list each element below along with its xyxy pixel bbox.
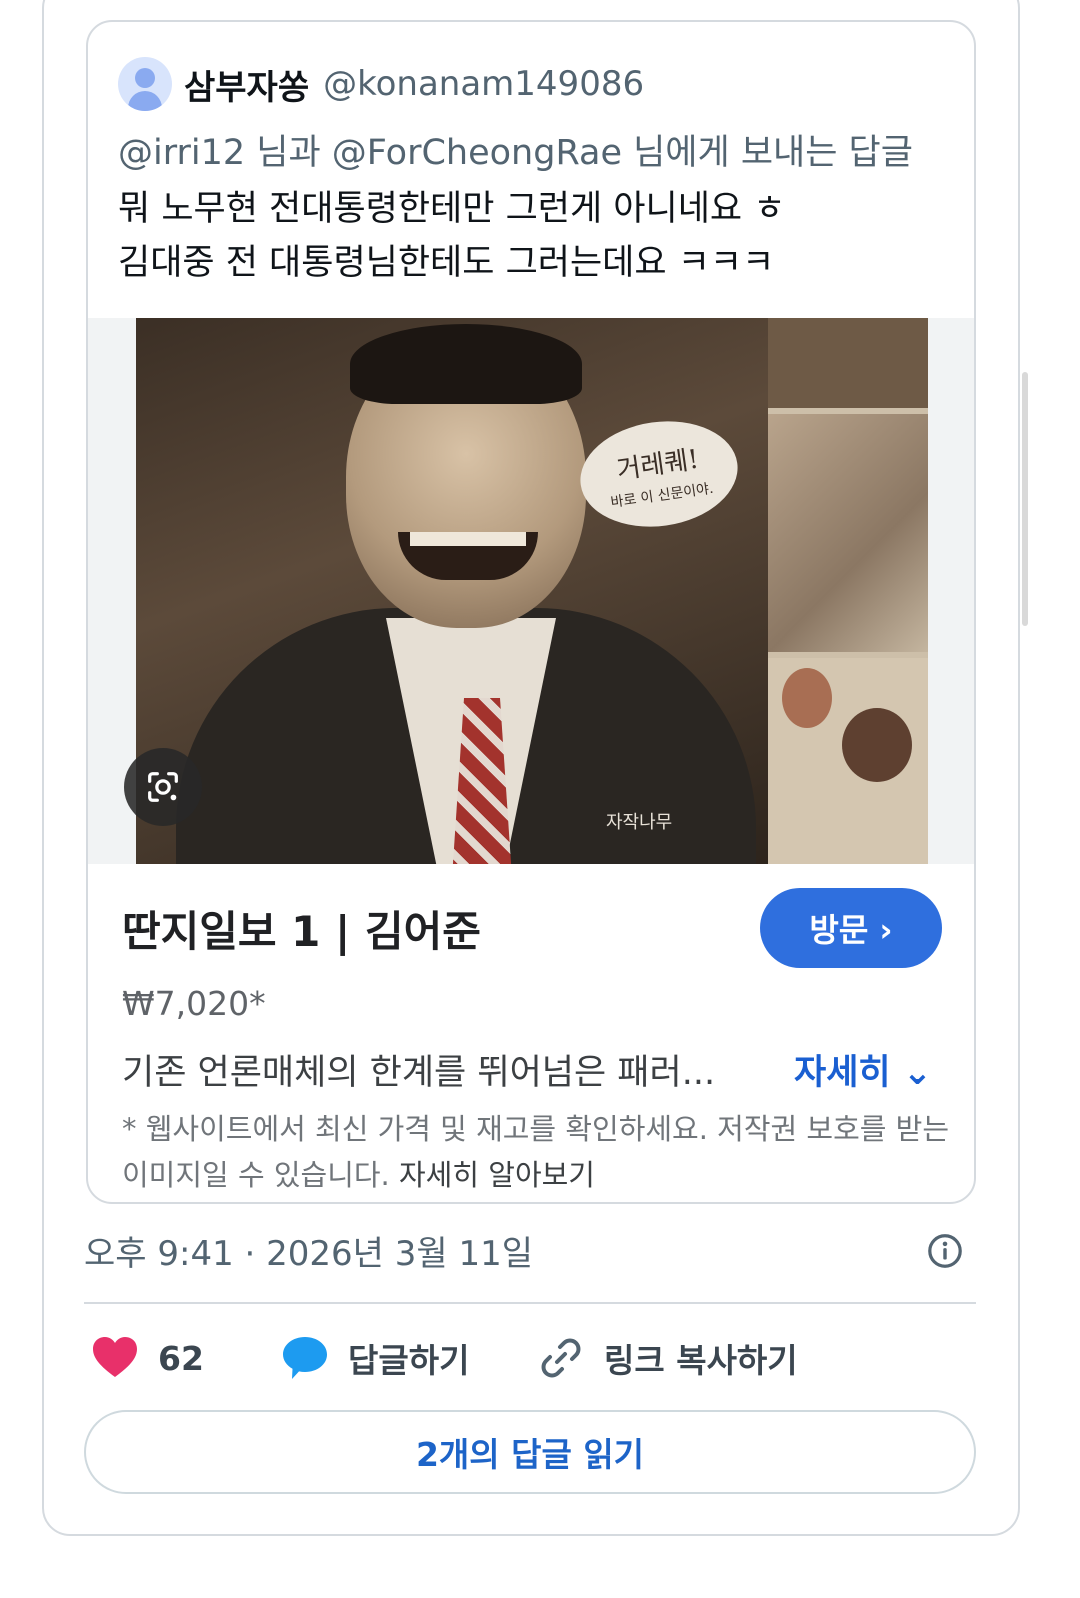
product-price: ₩7,020* (122, 984, 266, 1023)
divider (84, 1302, 976, 1304)
speech-bubble: 거레퀘! 바로 이 신문이야. (573, 411, 745, 537)
quoted-post-text: 뭐 노무현 전대통령한테만 그런게 아니네요 ㅎ 김대중 전 대통령님한테도 그… (118, 182, 938, 290)
copy-link-label: 링크 복사하기 (604, 1341, 798, 1380)
collage-cartoon-figure (842, 708, 912, 782)
quoted-post-text-line2: 김대중 전 대통령님한테도 그러는데요 ㅋㅋㅋ (118, 243, 775, 283)
collage-panel-2 (768, 414, 928, 652)
quoted-post[interactable]: 삼부자쏭 @konanam149086 @irri12 님과 @ForCheon… (86, 20, 976, 1204)
post-timestamp[interactable]: 오후 9:41 · 2026년 3월 11일 (84, 1226, 533, 1275)
google-lens-button[interactable] (124, 748, 202, 826)
reply-label: 답글하기 (348, 1341, 470, 1380)
more-details-link[interactable]: 자세히 ⌄ (794, 1044, 932, 1095)
collage-panel-1 (768, 318, 928, 408)
product-image[interactable]: 거레퀘! 바로 이 신문이야. 자작나무 (88, 318, 974, 864)
reply-button[interactable]: 답글하기 (280, 1330, 469, 1386)
collage-cartoon-figure (782, 668, 832, 728)
heart-icon (93, 1337, 137, 1377)
reply-bubble-icon (283, 1337, 327, 1379)
copy-link-button[interactable]: 링크 복사하기 (536, 1330, 798, 1386)
product-title[interactable]: 딴지일보 1 | 김어준 (122, 898, 481, 959)
author-name[interactable]: 삼부자쏭 (184, 60, 309, 109)
link-icon (541, 1338, 581, 1378)
quoted-post-header: 삼부자쏭 @konanam149086 (118, 56, 644, 112)
avatar-placeholder-body (128, 91, 162, 111)
author-handle[interactable]: @konanam149086 (323, 64, 644, 104)
post-actions: 62 답글하기 링크 복사하기 (90, 1330, 970, 1386)
product-description: 기존 언론매체의 한계를 뛰어넘은 패러... (122, 1053, 716, 1093)
speech-bubble-line1: 거레퀘! (614, 444, 701, 486)
visit-button[interactable]: 방문 › (760, 888, 942, 968)
avatar-placeholder-icon (135, 68, 155, 88)
quoted-post-text-line1: 뭐 노무현 전대통령한테만 그런게 아니네요 ㅎ (118, 189, 786, 229)
photo-hair (350, 324, 582, 404)
scrollbar[interactable] (1022, 372, 1028, 626)
like-count: 62 (158, 1338, 204, 1378)
book-cover-photo: 거레퀘! 바로 이 신문이야. 자작나무 (136, 318, 768, 864)
disclaimer: * 웹사이트에서 최신 가격 및 재고를 확인하세요. 저작권 보호를 받는 이… (122, 1106, 952, 1198)
cover-side-collage (768, 318, 928, 864)
avatar[interactable] (118, 57, 172, 111)
photo-teeth (410, 532, 526, 546)
publisher-mark: 자작나무 (606, 812, 673, 833)
read-replies-button[interactable]: 2개의 답글 읽기 (84, 1410, 976, 1494)
google-lens-icon (148, 772, 178, 802)
learn-more-link[interactable]: 자세히 알아보기 (399, 1158, 595, 1192)
info-icon[interactable] (926, 1232, 964, 1270)
like-button[interactable]: 62 (90, 1330, 204, 1386)
reply-to-line: @irri12 님과 @ForCheongRae 님에게 보내는 답글 (118, 133, 913, 173)
